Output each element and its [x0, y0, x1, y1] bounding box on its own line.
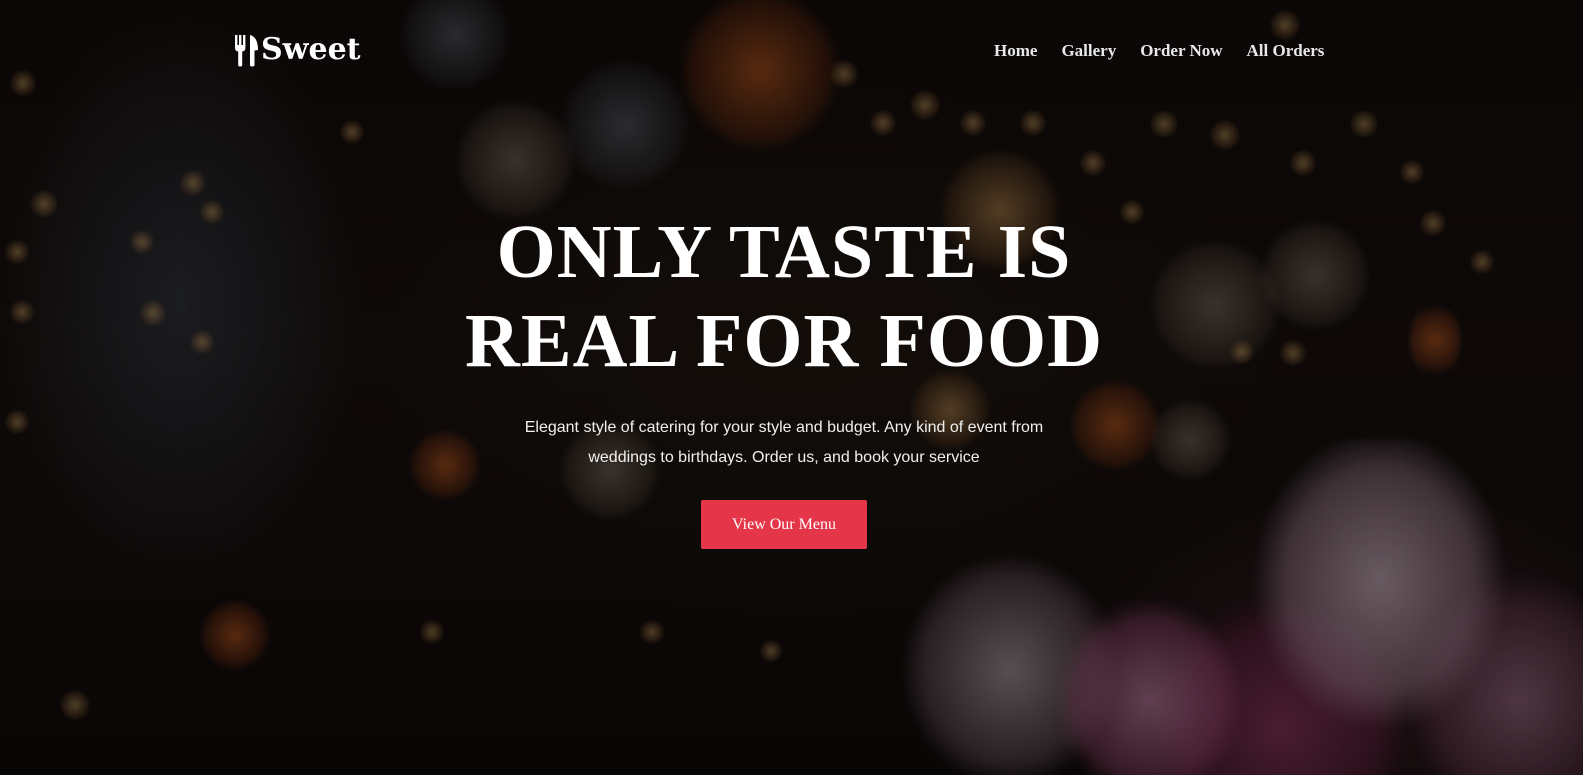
- hero-dark-overlay: [0, 0, 1583, 775]
- nav-link-all-orders[interactable]: All Orders: [1247, 41, 1325, 61]
- fork-knife-icon: [235, 35, 258, 67]
- nav-link-order-now[interactable]: Order Now: [1140, 41, 1222, 61]
- brand-name: Sweet: [261, 32, 361, 67]
- hero-headline: ONLY TASTE IS REAL FOR FOOD: [0, 208, 1568, 386]
- hero-section: Sweet Home Gallery Order Now All Orders …: [0, 0, 1583, 775]
- site-header: Sweet Home Gallery Order Now All Orders: [0, 0, 1583, 100]
- nav-link-home[interactable]: Home: [994, 41, 1037, 61]
- view-menu-button[interactable]: View Our Menu: [701, 500, 867, 549]
- brand-logo[interactable]: Sweet: [234, 32, 361, 68]
- main-nav: Home Gallery Order Now All Orders: [994, 41, 1324, 61]
- nav-link-gallery[interactable]: Gallery: [1061, 41, 1116, 61]
- hero-subtitle: Elegant style of catering for your style…: [524, 419, 1044, 466]
- hero-headline-line-2: REAL FOR FOOD: [465, 299, 1103, 383]
- hero-headline-line-1: ONLY TASTE IS: [496, 210, 1072, 294]
